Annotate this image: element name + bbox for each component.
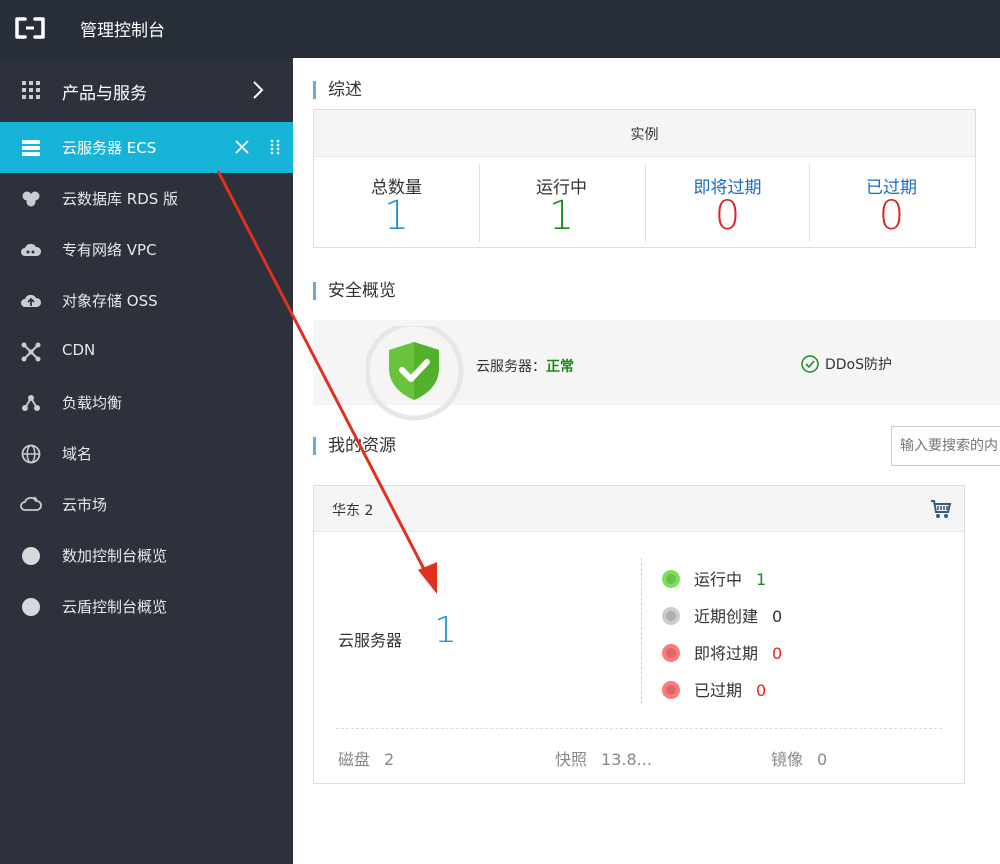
sidebar-item-label: 云数据库 RDS 版 — [62, 190, 179, 208]
sidebar-item-yundun[interactable]: 云盾控制台概览 — [0, 581, 293, 632]
server-icon — [22, 140, 40, 156]
footer-label: 磁盘 — [338, 750, 371, 769]
sidebar-item-market[interactable]: 云市场 — [0, 479, 293, 530]
footer-label: 镜像 — [771, 750, 804, 769]
server-security-value: 正常 — [546, 359, 574, 375]
load-balancer-icon — [22, 395, 40, 411]
status-dot-icon — [662, 570, 680, 588]
top-bar: 管理控制台 — [0, 0, 1000, 58]
stat-running[interactable]: 运行中 1 — [662, 566, 766, 590]
sidebar-item-vpc[interactable]: 专有网络 VPC — [0, 224, 293, 275]
ecs-resource-count[interactable]: 1 — [434, 610, 457, 651]
region-resource-card: 华东 2 云服务器 1 运行中 1 近期创建 0 即将过期 0 已过期 0 磁盘 2 快照… — [313, 485, 965, 784]
region-header: 华东 2 — [314, 486, 964, 532]
sidebar-item-rds[interactable]: 云数据库 RDS 版 — [0, 173, 293, 224]
market-icon — [20, 496, 42, 511]
stat-value: 0 — [772, 607, 783, 626]
cloud-storage-icon — [21, 294, 42, 307]
security-panel: 云服务器：正常 DDoS防护 — [313, 320, 1000, 421]
overview-running-value[interactable]: 1 — [479, 193, 644, 239]
sidebar-item-label: 云盾控制台概览 — [62, 598, 168, 616]
divider — [641, 558, 642, 704]
aliyun-logo-icon[interactable] — [14, 16, 46, 40]
server-security-status: 云服务器：正常 — [476, 356, 574, 376]
app-title: 管理控制台 — [80, 21, 165, 41]
footer-snapshot[interactable]: 快照 13.8... — [555, 746, 652, 770]
server-security-label: 云服务器： — [476, 359, 546, 375]
sidebar-item-slb[interactable]: 负载均衡 — [0, 377, 293, 428]
ddos-label: DDoS防护 — [825, 357, 893, 373]
chevron-right-icon — [253, 81, 264, 99]
stat-label: 即将过期 — [694, 644, 759, 663]
overview-running[interactable]: 运行中 1 — [479, 157, 644, 247]
overview-title: 综述 — [313, 81, 362, 99]
database-icon — [22, 191, 40, 207]
circle-icon — [22, 598, 40, 616]
footer-value: 2 — [384, 750, 395, 769]
overview-panel: 实例 总数量 1 运行中 1 即将过期 0 已过期 0 — [313, 109, 976, 248]
resource-search-input[interactable] — [891, 426, 1000, 466]
close-icon[interactable] — [233, 138, 251, 156]
sidebar: 产品与服务 云服务器 ECS 云数据库 RDS 版 专有网络 VPC 对象存储 … — [0, 58, 293, 864]
ecs-resource-label: 云服务器 — [338, 631, 403, 650]
status-dot-icon — [662, 681, 680, 699]
sidebar-item-ecs[interactable]: 云服务器 ECS — [0, 122, 293, 173]
overview-expiring-value[interactable]: 0 — [645, 193, 810, 239]
sidebar-item-label: 云服务器 ECS — [62, 139, 157, 157]
overview-total[interactable]: 总数量 1 — [314, 157, 479, 247]
stat-label: 近期创建 — [694, 607, 759, 626]
status-dot-icon — [662, 607, 680, 625]
stat-label: 已过期 — [694, 681, 743, 700]
sidebar-item-shujia[interactable]: 数加控制台概览 — [0, 530, 293, 581]
divider — [336, 728, 942, 729]
security-title: 安全概览 — [313, 282, 396, 300]
region-name: 华东 2 — [332, 503, 374, 519]
sidebar-item-label: 数加控制台概览 — [62, 547, 168, 565]
footer-value: 0 — [817, 750, 828, 769]
footer-label: 快照 — [555, 750, 588, 769]
status-dot-icon — [662, 644, 680, 662]
stat-expiring[interactable]: 即将过期 0 — [662, 640, 782, 664]
overview-expired-value[interactable]: 0 — [809, 193, 974, 239]
sidebar-item-cdn[interactable]: CDN — [0, 326, 293, 377]
overview-header: 实例 — [314, 110, 975, 157]
overview-expired[interactable]: 已过期 0 — [809, 157, 974, 247]
stat-expired[interactable]: 已过期 0 — [662, 677, 766, 701]
check-circle-icon — [801, 355, 819, 373]
globe-icon — [21, 444, 41, 464]
cloud-network-icon — [21, 243, 42, 256]
sidebar-item-label: CDN — [62, 341, 96, 359]
products-label: 产品与服务 — [62, 84, 147, 104]
ddos-protection[interactable]: DDoS防护 — [801, 354, 892, 374]
instance-header-label: 实例 — [630, 127, 659, 143]
overview-expiring[interactable]: 即将过期 0 — [645, 157, 810, 247]
circle-icon — [22, 547, 40, 565]
sidebar-item-label: 云市场 — [62, 496, 108, 514]
resources-title: 我的资源 — [313, 437, 396, 455]
products-and-services-menu[interactable]: 产品与服务 — [0, 58, 293, 122]
footer-disk[interactable]: 磁盘 2 — [338, 746, 394, 770]
drag-handle-icon[interactable] — [270, 139, 280, 155]
cart-icon[interactable] — [930, 498, 952, 520]
overview-total-value[interactable]: 1 — [314, 193, 479, 239]
stat-recent[interactable]: 近期创建 0 — [662, 603, 782, 627]
stat-value: 1 — [756, 570, 767, 589]
shield-icon — [364, 321, 464, 421]
stat-value: 0 — [756, 681, 767, 700]
sidebar-item-label: 域名 — [62, 445, 93, 463]
grid-icon — [22, 81, 40, 99]
footer-image[interactable]: 镜像 0 — [771, 746, 827, 770]
sidebar-item-domain[interactable]: 域名 — [0, 428, 293, 479]
sidebar-item-oss[interactable]: 对象存储 OSS — [0, 275, 293, 326]
sidebar-item-label: 对象存储 OSS — [62, 292, 158, 310]
stat-label: 运行中 — [694, 570, 743, 589]
footer-value: 13.8... — [601, 750, 652, 769]
shield-badge — [364, 321, 466, 426]
stat-value: 0 — [772, 644, 783, 663]
sidebar-item-label: 专有网络 VPC — [62, 241, 157, 259]
sidebar-item-label: 负载均衡 — [62, 394, 123, 412]
cdn-icon — [21, 342, 41, 362]
